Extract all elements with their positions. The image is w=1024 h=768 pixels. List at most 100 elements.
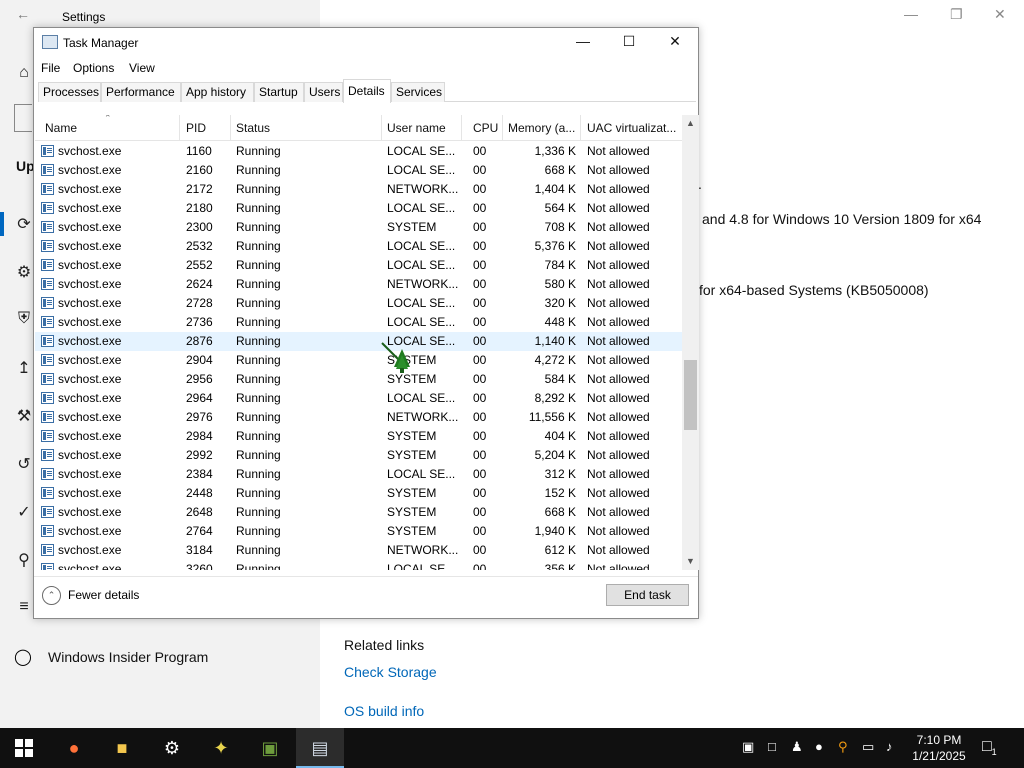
table-row[interactable]: svchost.exe 2984 Running SYSTEM 00 404 K Not a… — [35, 427, 682, 446]
process-icon — [41, 259, 54, 271]
cell-user: LOCAL SE... — [387, 163, 456, 177]
table-row[interactable]: svchost.exe 2876 Running LOCAL SE... 00 1,140… — [35, 332, 682, 351]
column-header-status[interactable]: Status — [236, 121, 270, 135]
table-row[interactable]: svchost.exe 2736 Running LOCAL SE... 00 448 K… — [35, 313, 682, 332]
cell-name: svchost.exe — [58, 410, 122, 424]
cell-cpu: 00 — [473, 258, 487, 272]
table-row[interactable]: svchost.exe 2552 Running LOCAL SE... 00 784 K… — [35, 256, 682, 275]
scroll-up-icon[interactable]: ▲ — [682, 115, 699, 132]
close-button[interactable]: ✕ — [652, 28, 698, 57]
notification-count: 1 — [991, 747, 997, 758]
cell-cpu: 00 — [473, 448, 487, 462]
clock[interactable]: 7:10 PM 1/21/2025 — [908, 732, 970, 764]
fewer-details-button[interactable]: Fewer details — [68, 588, 139, 602]
firefox-icon[interactable]: ● — [50, 728, 98, 768]
table-row[interactable]: svchost.exe 2764 Running SYSTEM 00 1,940 K Not… — [35, 522, 682, 541]
tab-startup[interactable]: Startup — [254, 82, 304, 102]
chevron-up-icon[interactable]: ⌃ — [42, 586, 61, 605]
table-row[interactable]: svchost.exe 2384 Running LOCAL SE... 00 312 K… — [35, 465, 682, 484]
windows-update-icon[interactable]: ⟳ — [14, 214, 34, 234]
table-row[interactable]: svchost.exe 2904 Running SYSTEM 00 4,272 K Not… — [35, 351, 682, 370]
find-my-device-icon[interactable]: ⚲ — [14, 550, 34, 570]
sidebar-item-insider[interactable]: Windows Insider Program — [48, 649, 208, 665]
home-icon[interactable]: ⌂ — [14, 64, 34, 84]
tab-services[interactable]: Services — [391, 82, 445, 102]
troubleshoot-icon[interactable]: ⚒ — [14, 406, 34, 426]
title-bar[interactable]: Task Manager — ☐ ✕ — [34, 28, 698, 57]
minimize-icon[interactable]: — — [904, 6, 918, 22]
start-button[interactable] — [0, 728, 48, 768]
activation-icon[interactable]: ✓ — [14, 502, 34, 522]
recovery-icon[interactable]: ↺ — [14, 454, 34, 474]
column-header-uac[interactable]: UAC virtualizat... — [587, 121, 676, 135]
tab-users[interactable]: Users — [304, 82, 343, 102]
table-row[interactable]: svchost.exe 2648 Running SYSTEM 00 668 K Not a… — [35, 503, 682, 522]
volume-icon[interactable]: ♪ — [886, 739, 893, 754]
table-row[interactable]: svchost.exe 2160 Running LOCAL SE... 00 668 K… — [35, 161, 682, 180]
table-row[interactable]: svchost.exe 2964 Running LOCAL SE... 00 8,292… — [35, 389, 682, 408]
table-row[interactable]: svchost.exe 2976 Running NETWORK... 00 11,556… — [35, 408, 682, 427]
file-explorer-icon[interactable]: ■ — [98, 728, 146, 768]
task-manager-taskbar-icon[interactable]: ▤ — [296, 728, 344, 768]
os-build-info-link[interactable]: OS build info — [344, 703, 424, 719]
network-icon[interactable]: ▭ — [862, 739, 874, 755]
table-row[interactable]: svchost.exe 2956 Running SYSTEM 00 584 K Not a… — [35, 370, 682, 389]
column-header-pid[interactable]: PID — [186, 121, 206, 135]
tray-people-icon[interactable]: ♟ — [791, 739, 803, 755]
column-header-name[interactable]: Name — [45, 121, 77, 135]
table-row[interactable]: svchost.exe 2300 Running SYSTEM 00 708 K Not a… — [35, 218, 682, 237]
table-row[interactable]: svchost.exe 2532 Running LOCAL SE... 00 5,376… — [35, 237, 682, 256]
delivery-optimization-icon[interactable]: ⚙ — [14, 262, 34, 282]
security-tray-icon[interactable]: ▣ — [742, 739, 754, 755]
app-yellow-icon[interactable]: ✦ — [197, 728, 245, 768]
minecraft-icon[interactable]: ▣ — [246, 728, 294, 768]
scroll-down-icon[interactable]: ▼ — [682, 553, 699, 570]
restore-icon[interactable]: ❐ — [950, 6, 963, 23]
section-heading-partial: Up — [16, 158, 35, 174]
menu-file[interactable]: File — [41, 61, 60, 75]
settings-gear-icon[interactable]: ⚙ — [148, 728, 196, 768]
table-row[interactable]: svchost.exe 2624 Running NETWORK... 00 580 K N… — [35, 275, 682, 294]
table-row[interactable]: svchost.exe 2448 Running SYSTEM 00 152 K Not a… — [35, 484, 682, 503]
search-box-edge[interactable] — [14, 104, 32, 132]
check-storage-link[interactable]: Check Storage — [344, 664, 437, 680]
tray-box-icon[interactable]: □ — [768, 739, 776, 754]
table-row[interactable]: svchost.exe 3260 Running LOCAL SE... 00 356 K… — [35, 560, 682, 570]
tab-performance[interactable]: Performance — [101, 82, 181, 102]
vertical-scrollbar[interactable]: ▲ ▼ — [682, 115, 699, 570]
column-header-memory[interactable]: Memory (a... — [508, 121, 575, 135]
tab-app-history[interactable]: App history — [181, 82, 254, 102]
cell-status: Running — [236, 372, 281, 386]
cell-uac: Not allowed — [587, 467, 650, 481]
tray-search-icon[interactable]: ⚲ — [838, 739, 848, 755]
scrollbar-thumb[interactable] — [684, 360, 697, 430]
table-row[interactable]: svchost.exe 2172 Running NETWORK... 00 1,404 … — [35, 180, 682, 199]
cell-user: LOCAL SE... — [387, 467, 456, 481]
menu-view[interactable]: View — [129, 61, 155, 75]
notification-icon[interactable]: □1 — [982, 738, 997, 757]
for-developers-icon[interactable]: ≡ — [14, 598, 34, 618]
table-row[interactable]: svchost.exe 2992 Running SYSTEM 00 5,204 K Not… — [35, 446, 682, 465]
column-divider — [179, 115, 180, 141]
cell-uac: Not allowed — [587, 182, 650, 196]
end-task-button[interactable]: End task — [606, 584, 689, 606]
cell-pid: 2736 — [186, 315, 213, 329]
backup-icon[interactable]: ↥ — [14, 358, 34, 378]
minimize-button[interactable]: — — [560, 28, 606, 57]
column-header-cpu[interactable]: CPU — [473, 121, 498, 135]
table-row[interactable]: svchost.exe 1160 Running LOCAL SE... 00 1,336… — [35, 142, 682, 161]
back-arrow-icon[interactable]: ← — [16, 6, 30, 22]
cell-status: Running — [236, 543, 281, 557]
maximize-button[interactable]: ☐ — [606, 28, 652, 57]
insider-cat-icon[interactable]: ◯ — [14, 647, 32, 667]
tab-processes[interactable]: Processes — [38, 82, 101, 102]
table-row[interactable]: svchost.exe 2180 Running LOCAL SE... 00 564 K… — [35, 199, 682, 218]
table-row[interactable]: svchost.exe 2728 Running LOCAL SE... 00 320 K… — [35, 294, 682, 313]
menu-options[interactable]: Options — [73, 61, 114, 75]
windows-security-icon[interactable]: ⛨ — [14, 310, 34, 330]
close-icon[interactable]: ✕ — [994, 6, 1006, 23]
table-row[interactable]: svchost.exe 3184 Running NETWORK... 00 612 K N… — [35, 541, 682, 560]
column-header-user[interactable]: User name — [387, 121, 446, 135]
tab-details[interactable]: Details — [343, 79, 391, 103]
tray-drop-icon[interactable]: ● — [815, 739, 823, 754]
